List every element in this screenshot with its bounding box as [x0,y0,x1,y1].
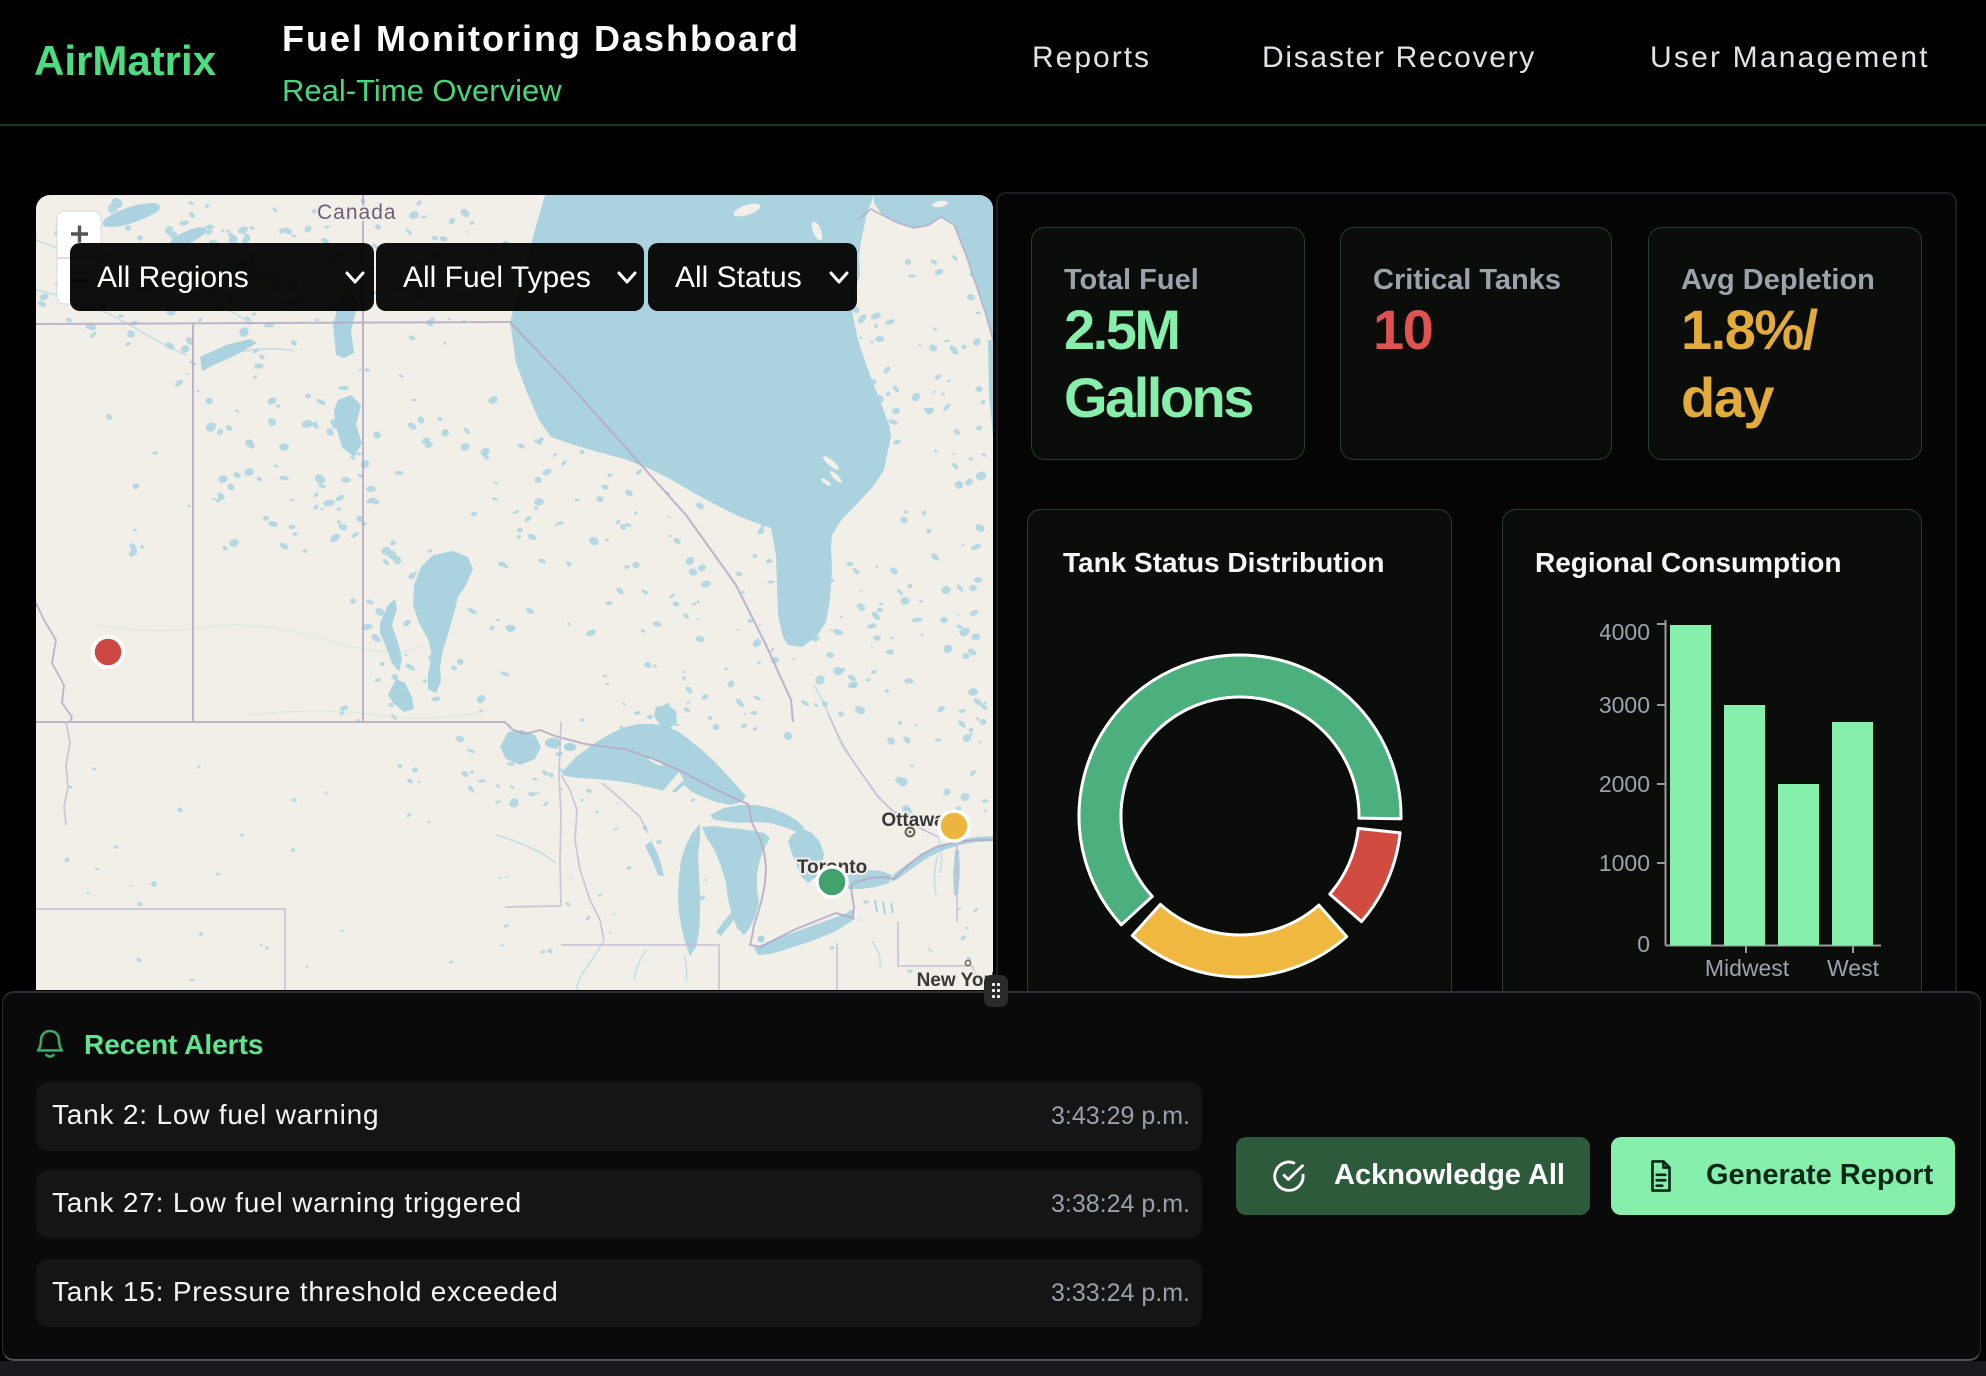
svg-text:1000: 1000 [1600,850,1650,876]
svg-text:Midwest: Midwest [1705,955,1790,981]
svg-text:3000: 3000 [1600,692,1650,718]
svg-text:Canada: Canada [317,201,397,224]
svg-text:4000: 4000 [1600,619,1650,645]
svg-text:0: 0 [1637,931,1650,957]
svg-text:2000: 2000 [1600,771,1650,797]
svg-text:All Regions: All Regions [97,261,249,294]
svg-text:All Fuel Types: All Fuel Types [403,261,591,294]
svg-text:New York: New York [917,970,993,990]
svg-text:All Status: All Status [675,261,802,294]
svg-text:West: West [1827,955,1880,981]
